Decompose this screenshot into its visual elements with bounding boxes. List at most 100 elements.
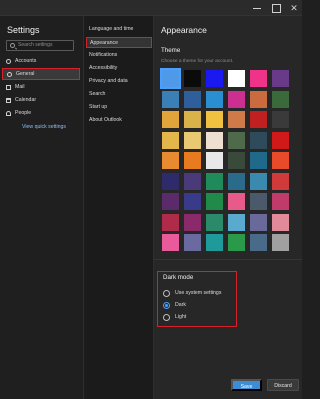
nav-item-label: People xyxy=(15,110,32,116)
save-button[interactable]: Save xyxy=(231,379,262,391)
theme-swatch[interactable] xyxy=(184,234,201,251)
subnav-label: Start up xyxy=(89,104,108,110)
radio-use-system-settings[interactable]: Use system settings xyxy=(163,289,235,298)
theme-swatch[interactable] xyxy=(272,172,289,190)
theme-swatch[interactable] xyxy=(228,193,245,210)
radio-label: Use system settings xyxy=(175,290,222,296)
theme-swatch[interactable] xyxy=(162,111,179,128)
title-bar: ✕ xyxy=(0,0,302,16)
divider xyxy=(154,259,302,260)
theme-swatch[interactable] xyxy=(228,131,245,149)
theme-swatch[interactable] xyxy=(272,70,289,87)
close-icon[interactable]: ✕ xyxy=(289,3,299,13)
theme-swatch[interactable] xyxy=(272,90,289,108)
subnav-label: Search xyxy=(89,91,106,97)
theme-swatch[interactable] xyxy=(162,90,179,108)
theme-swatch[interactable] xyxy=(228,111,245,128)
subnav-notifications[interactable]: Notifications xyxy=(86,50,152,61)
theme-swatch[interactable] xyxy=(162,193,179,210)
subnav-label: Language and time xyxy=(89,26,134,32)
theme-swatch[interactable] xyxy=(272,193,289,210)
maximize-icon[interactable] xyxy=(271,3,281,13)
theme-swatch[interactable] xyxy=(162,213,179,231)
search-settings-input[interactable]: Search settings xyxy=(6,40,74,51)
theme-swatch[interactable] xyxy=(184,131,201,149)
theme-swatch[interactable] xyxy=(250,111,267,128)
subnav-label: Accessibility xyxy=(89,65,118,71)
theme-swatch[interactable] xyxy=(228,213,245,231)
discard-button[interactable]: Discard xyxy=(267,379,299,391)
theme-swatch[interactable] xyxy=(162,152,179,169)
subnav-about-outlook[interactable]: About Outlook xyxy=(86,115,152,126)
subnav-accessibility[interactable]: Accessibility xyxy=(86,63,152,74)
theme-swatch[interactable] xyxy=(206,70,223,87)
search-icon xyxy=(10,43,15,48)
theme-swatch[interactable] xyxy=(162,131,179,149)
theme-swatch[interactable] xyxy=(228,172,245,190)
theme-swatch[interactable] xyxy=(228,152,245,169)
theme-swatch[interactable] xyxy=(160,68,181,89)
subnav-appearance[interactable]: Appearance xyxy=(86,37,152,48)
subnav-language-and-time[interactable]: Language and time xyxy=(86,24,152,35)
theme-swatch[interactable] xyxy=(228,234,245,251)
theme-heading: Theme xyxy=(161,47,181,54)
theme-swatch[interactable] xyxy=(184,152,201,169)
theme-swatch[interactable] xyxy=(184,90,201,108)
calendar-icon xyxy=(6,98,11,103)
subnav-privacy-and-data[interactable]: Privacy and data xyxy=(86,76,152,87)
theme-swatch[interactable] xyxy=(228,90,245,108)
theme-swatch[interactable] xyxy=(250,213,267,231)
theme-swatch[interactable] xyxy=(206,193,223,210)
theme-swatch[interactable] xyxy=(206,213,223,231)
radio-button[interactable] xyxy=(163,314,170,321)
theme-swatch[interactable] xyxy=(250,131,267,149)
theme-swatch[interactable] xyxy=(206,234,223,251)
subnav-search[interactable]: Search xyxy=(86,89,152,100)
theme-swatch[interactable] xyxy=(272,234,289,251)
minimize-icon[interactable] xyxy=(252,3,262,13)
people-icon xyxy=(6,111,11,116)
theme-swatch[interactable] xyxy=(250,90,267,108)
theme-swatch[interactable] xyxy=(272,213,289,231)
theme-swatch[interactable] xyxy=(272,131,289,149)
dark-mode-section: Dark mode Use system settings Dark Light xyxy=(157,271,237,327)
radio-button[interactable] xyxy=(163,302,170,309)
settings-nav: Settings Search settings Accounts Genera… xyxy=(0,16,84,399)
theme-swatch[interactable] xyxy=(250,152,267,169)
theme-swatch[interactable] xyxy=(206,152,223,169)
theme-swatch[interactable] xyxy=(162,172,179,190)
theme-swatch[interactable] xyxy=(206,172,223,190)
theme-swatch[interactable] xyxy=(184,70,201,87)
radio-light[interactable]: Light xyxy=(163,313,235,322)
theme-swatch[interactable] xyxy=(250,193,267,210)
theme-swatch[interactable] xyxy=(250,70,267,87)
theme-swatch[interactable] xyxy=(250,172,267,190)
nav-item-label: Accounts xyxy=(15,58,37,64)
theme-swatch[interactable] xyxy=(272,111,289,128)
nav-item-calendar[interactable]: Calendar xyxy=(2,95,80,107)
theme-subtitle: Choose a theme for your account. xyxy=(161,59,234,64)
theme-swatch[interactable] xyxy=(228,70,245,87)
view-quick-settings-link[interactable]: View quick settings xyxy=(22,124,66,130)
nav-item-accounts[interactable]: Accounts xyxy=(2,56,80,68)
theme-swatch[interactable] xyxy=(272,152,289,169)
theme-swatch[interactable] xyxy=(206,131,223,149)
page-title: Appearance xyxy=(161,25,207,35)
theme-swatch[interactable] xyxy=(184,111,201,128)
subnav-label: Notifications xyxy=(89,52,118,58)
subnav-label: Appearance xyxy=(90,40,118,46)
theme-swatch[interactable] xyxy=(206,111,223,128)
dark-mode-heading: Dark mode xyxy=(163,274,194,281)
theme-swatch[interactable] xyxy=(250,234,267,251)
theme-swatch[interactable] xyxy=(184,172,201,190)
theme-swatch[interactable] xyxy=(184,213,201,231)
radio-dark[interactable]: Dark xyxy=(163,301,235,310)
nav-item-people[interactable]: People xyxy=(2,108,80,120)
subnav-start-up[interactable]: Start up xyxy=(86,102,152,113)
theme-swatch[interactable] xyxy=(162,234,179,251)
nav-item-general[interactable]: General xyxy=(2,68,80,80)
nav-item-mail[interactable]: Mail xyxy=(2,82,80,94)
radio-button[interactable] xyxy=(163,290,170,297)
theme-swatch[interactable] xyxy=(184,193,201,210)
theme-swatch[interactable] xyxy=(206,90,223,108)
